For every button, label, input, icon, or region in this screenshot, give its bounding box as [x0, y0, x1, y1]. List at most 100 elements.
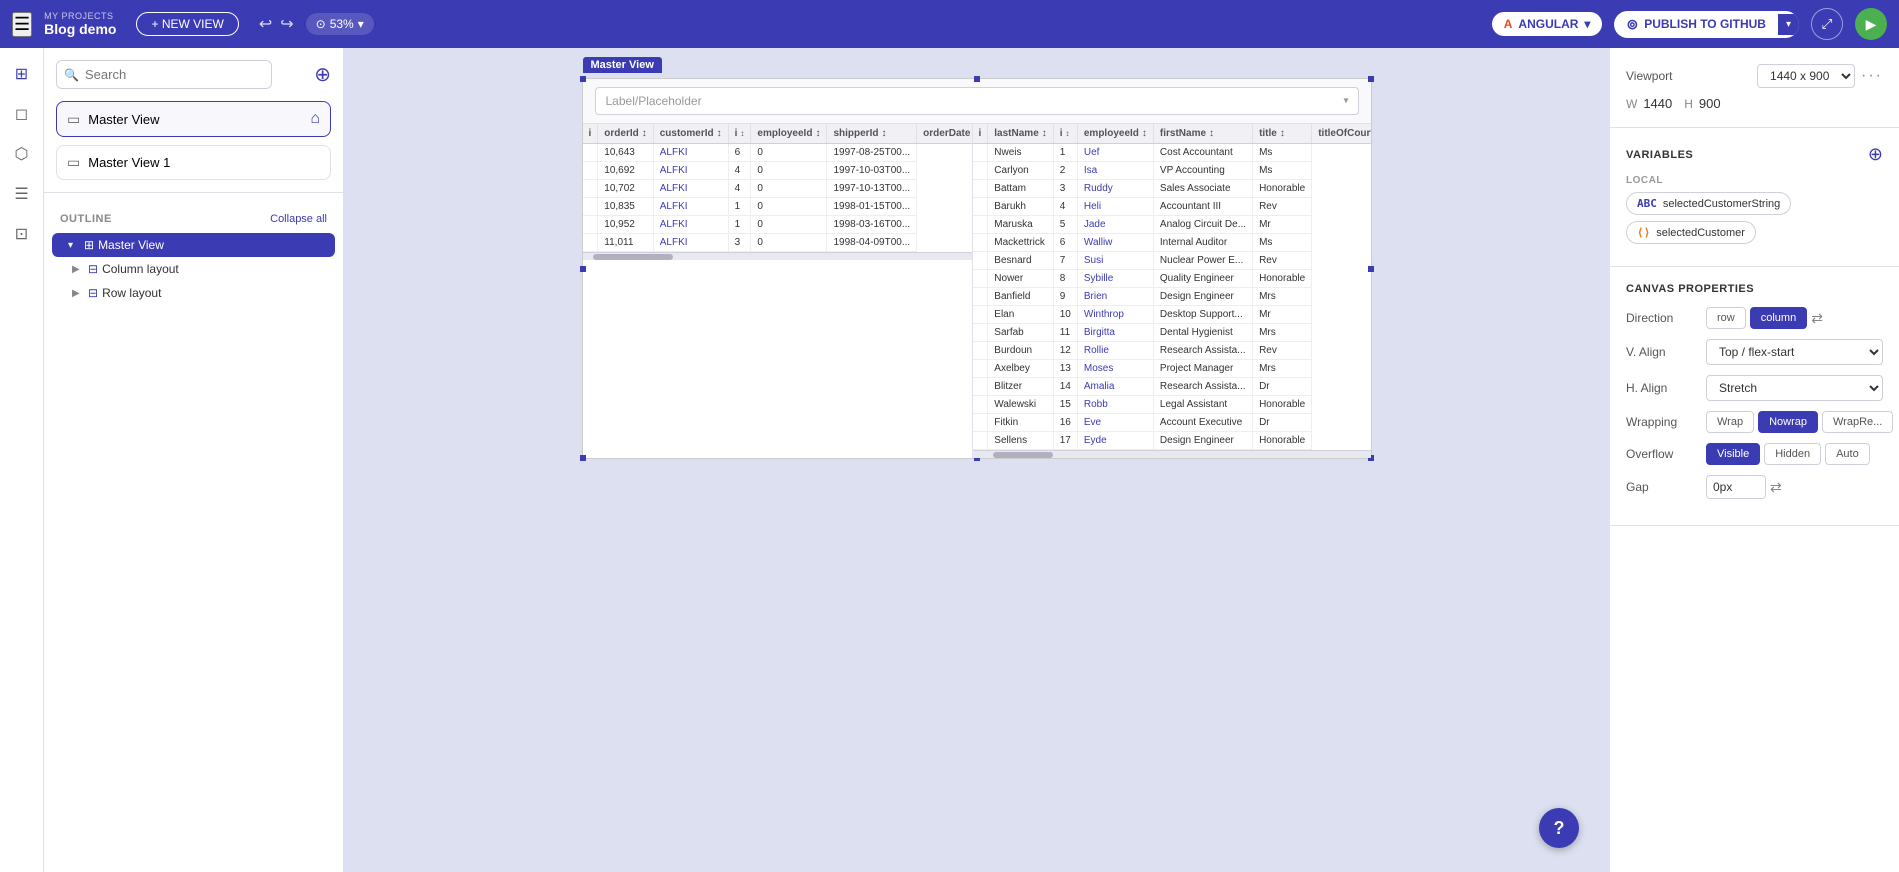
table-row[interactable]: Battam3RuddySales AssociateHonorable — [973, 180, 1371, 198]
th-shipperId[interactable]: shipperId ↕ — [827, 124, 917, 144]
table-cell: Axelbey — [988, 360, 1053, 378]
publish-button[interactable]: ⊚ PUBLISH TO GITHUB — [1614, 11, 1778, 38]
resize-handle-tl[interactable] — [580, 76, 586, 82]
table-cell: Maruska — [988, 216, 1053, 234]
table-row[interactable]: 10,643ALFKI601997-08-25T00... — [583, 144, 973, 162]
table-row[interactable]: Maruska5JadeAnalog Circuit De...Mr — [973, 216, 1371, 234]
table-row[interactable]: Besnard7SusiNuclear Power E...Rev — [973, 252, 1371, 270]
view-item-master1[interactable]: ▭ Master View 1 — [56, 145, 331, 180]
th-lastName[interactable]: lastName ↕ — [988, 124, 1053, 144]
zoom-control[interactable]: ⊙ 53% ▾ — [306, 13, 374, 35]
th-employeeId-t2[interactable]: i ↕ — [1053, 124, 1077, 144]
table-cell: 10,952 — [598, 216, 653, 234]
nowrap-button[interactable]: Nowrap — [1758, 411, 1818, 433]
add-view-button[interactable]: ⊕ — [314, 62, 331, 87]
collapse-all-button[interactable]: Collapse all — [270, 213, 327, 225]
undo-button[interactable]: ↩ — [259, 14, 272, 34]
th-customerId[interactable]: customerId ↕ — [653, 124, 728, 144]
direction-row-button[interactable]: row — [1706, 307, 1746, 329]
table-row[interactable]: Mackettrick6WalliwInternal AuditorMs — [973, 234, 1371, 252]
table-cell: Dr — [1253, 378, 1312, 396]
viewport-dots-button[interactable]: ··· — [1861, 67, 1883, 85]
table-row[interactable]: Elan10WinthropDesktop Support...Mr — [973, 306, 1371, 324]
resize-handle-tr[interactable] — [1368, 76, 1374, 82]
variables-title: VARIABLES — [1626, 149, 1693, 161]
table-row[interactable]: Walewski15RobbLegal AssistantHonorable — [973, 396, 1371, 414]
canvas-area[interactable]: Master View Label/Placeholder ▾ — [344, 48, 1609, 872]
help-fab[interactable]: ? — [1539, 808, 1579, 848]
direction-swap-button[interactable]: ⇄ — [1811, 310, 1823, 327]
th-orderId[interactable]: orderId ↕ — [598, 124, 653, 144]
tree-item-row-layout[interactable]: ▶ ⊟ Row layout — [44, 281, 343, 305]
hamburger-button[interactable]: ☰ — [12, 12, 32, 37]
var-badge-object[interactable]: ⟨⟩ selectedCustomer — [1626, 221, 1756, 244]
table-cell: 10,643 — [598, 144, 653, 162]
view-label-master: Master View — [88, 112, 302, 127]
gap-link-button[interactable]: ⇄ — [1770, 479, 1782, 496]
table-cell: 10,702 — [598, 180, 653, 198]
table-row[interactable]: Nower8SybilleQuality EngineerHonorable — [973, 270, 1371, 288]
table-row[interactable]: 10,952ALFKI101998-03-16T00... — [583, 216, 973, 234]
sidebar-icon-components[interactable]: ◻ — [4, 96, 40, 132]
table-row[interactable]: Nweis1UefCost AccountantMs — [973, 144, 1371, 162]
halign-select[interactable]: Stretch — [1706, 375, 1883, 401]
table-row[interactable]: Blitzer14AmaliaResearch Assista...Dr — [973, 378, 1371, 396]
th-orderDate[interactable]: orderDate ↕ — [917, 124, 973, 144]
table-cell: Quality Engineer — [1153, 270, 1252, 288]
tree-item-master-view[interactable]: ▾ ⊞ Master View — [52, 233, 335, 257]
th-title[interactable]: title ↕ — [1253, 124, 1312, 144]
table-row[interactable]: Axelbey13MosesProject ManagerMrs — [973, 360, 1371, 378]
valign-select[interactable]: Top / flex-start — [1706, 339, 1883, 365]
th-employeeId-num[interactable]: employeeId ↕ — [1077, 124, 1153, 144]
table-row[interactable]: 10,692ALFKI401997-10-03T00... — [583, 162, 973, 180]
table-row[interactable]: Burdoun12RollieResearch Assista...Rev — [973, 342, 1371, 360]
table-row[interactable]: 10,702ALFKI401997-10-13T00... — [583, 180, 973, 198]
var-name-object: selectedCustomer — [1656, 227, 1745, 239]
table2-scrollbar[interactable] — [973, 450, 1371, 458]
table-row[interactable]: Sellens17EydeDesign EngineerHonorable — [973, 432, 1371, 450]
tree-item-column-layout[interactable]: ▶ ⊟ Column layout — [44, 257, 343, 281]
sidebar-icon-assets[interactable]: ⬡ — [4, 136, 40, 172]
table-row[interactable]: 11,011ALFKI301998-04-09T00... — [583, 234, 973, 252]
sidebar-icon-data[interactable]: ☰ — [4, 176, 40, 212]
search-input[interactable] — [56, 60, 272, 89]
th-employeeId-2[interactable]: employeeId ↕ — [751, 124, 827, 144]
add-variable-button[interactable]: ⊕ — [1868, 144, 1883, 165]
table-cell: 1998-04-09T00... — [827, 234, 917, 252]
table-cell: Isa — [1077, 162, 1153, 180]
overflow-auto-button[interactable]: Auto — [1825, 443, 1870, 465]
table2: i lastName ↕ i ↕ employeeId ↕ firstName … — [973, 124, 1371, 450]
redo-button[interactable]: ↪ — [280, 14, 293, 34]
wrapre-button[interactable]: WrapRe... — [1822, 411, 1893, 433]
view-item-master[interactable]: ▭ Master View ⌂ — [56, 101, 331, 137]
share-button[interactable]: ⤢ — [1811, 8, 1843, 40]
icon-sidebar: ⊞ ◻ ⬡ ☰ ⊡ — [0, 48, 44, 872]
th-firstName[interactable]: firstName ↕ — [1153, 124, 1252, 144]
table-cell: Rev — [1253, 252, 1312, 270]
viewport-select[interactable]: 1440 x 900 — [1757, 64, 1855, 88]
sidebar-icon-settings[interactable]: ⊡ — [4, 216, 40, 252]
angular-button[interactable]: A ANGULAR ▾ — [1492, 12, 1603, 36]
overflow-visible-button[interactable]: Visible — [1706, 443, 1760, 465]
play-button[interactable]: ▶ — [1855, 8, 1887, 40]
table-cell: Brien — [1077, 288, 1153, 306]
th-titleOfCourt[interactable]: titleOfCourt... ↕ — [1312, 124, 1371, 144]
resize-handle-tc[interactable] — [974, 76, 980, 82]
table-row[interactable]: 10,835ALFKI101998-01-15T00... — [583, 198, 973, 216]
table-row[interactable]: Barukh4HeliAccountant IIIRev — [973, 198, 1371, 216]
new-view-button[interactable]: + NEW VIEW — [136, 12, 238, 36]
table-row[interactable]: Banfield9BrienDesign EngineerMrs — [973, 288, 1371, 306]
wrap-button[interactable]: Wrap — [1706, 411, 1754, 433]
gap-input[interactable] — [1706, 475, 1766, 499]
table-row[interactable]: Fitkin16EveAccount ExecutiveDr — [973, 414, 1371, 432]
table-row[interactable]: Sarfab11BirgittaDental HygienistMrs — [973, 324, 1371, 342]
overflow-hidden-button[interactable]: Hidden — [1764, 443, 1821, 465]
direction-column-button[interactable]: column — [1750, 307, 1807, 329]
sidebar-icon-pages[interactable]: ⊞ — [4, 56, 40, 92]
publish-dropdown-button[interactable]: ▾ — [1778, 14, 1799, 35]
var-badge-string[interactable]: ABC selectedCustomerString — [1626, 192, 1791, 215]
label-placeholder-select[interactable]: Label/Placeholder — [595, 87, 1359, 115]
table1-scrollbar[interactable] — [583, 252, 972, 260]
th-employeeId-1[interactable]: i ↕ — [728, 124, 751, 144]
table-row[interactable]: Carlyon2IsaVP AccountingMs — [973, 162, 1371, 180]
